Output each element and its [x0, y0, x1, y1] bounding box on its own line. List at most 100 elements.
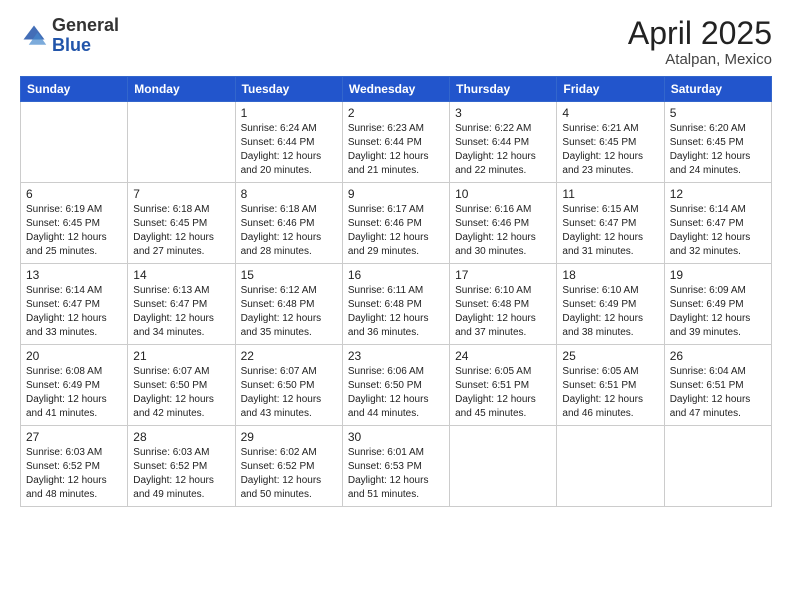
sunrise-text: Sunrise: 6:19 AM: [26, 203, 122, 217]
calendar-cell: 30 Sunrise: 6:01 AMSunset: 6:53 PMDayligh…: [342, 426, 449, 507]
sunset-text: Sunset: 6:48 PM: [348, 298, 444, 312]
calendar-week-row: 6Sunrise: 6:19 AMSunset: 6:45 PMDaylight…: [21, 183, 772, 264]
sunset-text: Sunset: 6:52 PM: [133, 460, 229, 474]
day-number: 22: [241, 349, 337, 363]
calendar-cell: 3Sunrise: 6:22 AMSunset: 6:44 PMDaylight…: [450, 102, 557, 183]
sunset-text: Sunset: 6:50 PM: [133, 379, 229, 393]
sunset-text: Sunset: 6:51 PM: [670, 379, 766, 393]
sunrise-text: Sunrise: 6:12 AM: [241, 284, 337, 298]
day-number: 30: [348, 430, 444, 444]
sunset-text: Sunset: 6:46 PM: [241, 217, 337, 231]
sunrise-text: Sunrise: 6:24 AM: [241, 122, 337, 136]
sunrise-text: Sunrise: 6:13 AM: [133, 284, 229, 298]
title-block: April 2025 Atalpan, Mexico: [628, 16, 772, 68]
sunset-text: Sunset: 6:45 PM: [26, 217, 122, 231]
daylight-text: Daylight: 12 hours and 41 minutes.: [26, 393, 122, 421]
calendar-cell: 25 Sunrise: 6:05 AMSunset: 6:51 PMDayligh…: [557, 345, 664, 426]
calendar-cell: 19 Sunrise: 6:09 AMSunset: 6:49 PMDayligh…: [664, 264, 771, 345]
sunrise-text: Sunrise: 6:09 AM: [670, 284, 766, 298]
daylight-text: Daylight: 12 hours and 35 minutes.: [241, 312, 337, 340]
daylight-text: Daylight: 12 hours and 33 minutes.: [26, 312, 122, 340]
calendar-weekday: Friday: [557, 77, 664, 102]
day-number: 28: [133, 430, 229, 444]
sunrise-text: Sunrise: 6:01 AM: [348, 446, 444, 460]
daylight-text: Daylight: 12 hours and 43 minutes.: [241, 393, 337, 421]
calendar-cell: 27 Sunrise: 6:03 AMSunset: 6:52 PMDayligh…: [21, 426, 128, 507]
sunrise-text: Sunrise: 6:06 AM: [348, 365, 444, 379]
sunset-text: Sunset: 6:53 PM: [348, 460, 444, 474]
daylight-text: Daylight: 12 hours and 22 minutes.: [455, 150, 551, 178]
daylight-text: Daylight: 12 hours and 23 minutes.: [562, 150, 658, 178]
day-number: 14: [133, 268, 229, 282]
calendar-weekday: Sunday: [21, 77, 128, 102]
day-info: Sunrise: 6:05 AMSunset: 6:51 PMDaylight:…: [562, 365, 658, 421]
calendar-week-row: 20Sunrise: 6:08 AMSunset: 6:49 PMDayligh…: [21, 345, 772, 426]
daylight-text: Daylight: 12 hours and 50 minutes.: [241, 474, 337, 502]
calendar-cell: 6Sunrise: 6:19 AMSunset: 6:45 PMDaylight…: [21, 183, 128, 264]
day-number: 18: [562, 268, 658, 282]
day-number: 26: [670, 349, 766, 363]
calendar-cell: 9Sunrise: 6:17 AMSunset: 6:46 PMDaylight…: [342, 183, 449, 264]
daylight-text: Daylight: 12 hours and 39 minutes.: [670, 312, 766, 340]
day-info: Sunrise: 6:11 AMSunset: 6:48 PMDaylight:…: [348, 284, 444, 340]
day-info: Sunrise: 6:15 AMSunset: 6:47 PMDaylight:…: [562, 203, 658, 259]
daylight-text: Daylight: 12 hours and 38 minutes.: [562, 312, 658, 340]
day-info: Sunrise: 6:07 AMSunset: 6:50 PMDaylight:…: [133, 365, 229, 421]
day-number: 19: [670, 268, 766, 282]
daylight-text: Daylight: 12 hours and 44 minutes.: [348, 393, 444, 421]
day-info: Sunrise: 6:03 AMSunset: 6:52 PMDaylight:…: [26, 446, 122, 502]
sunrise-text: Sunrise: 6:22 AM: [455, 122, 551, 136]
calendar-cell: 17Sunrise: 6:10 AMSunset: 6:48 PMDayligh…: [450, 264, 557, 345]
header: General Blue April 2025 Atalpan, Mexico: [20, 16, 772, 68]
sunrise-text: Sunrise: 6:15 AM: [562, 203, 658, 217]
sunrise-text: Sunrise: 6:14 AM: [670, 203, 766, 217]
sunrise-text: Sunrise: 6:05 AM: [455, 365, 551, 379]
day-number: 1: [241, 106, 337, 120]
sunset-text: Sunset: 6:44 PM: [455, 136, 551, 150]
calendar-cell: 2Sunrise: 6:23 AMSunset: 6:44 PMDaylight…: [342, 102, 449, 183]
day-info: Sunrise: 6:04 AMSunset: 6:51 PMDaylight:…: [670, 365, 766, 421]
calendar-cell: [21, 102, 128, 183]
calendar-cell: 15 Sunrise: 6:12 AMSunset: 6:48 PMDayligh…: [235, 264, 342, 345]
calendar-weekday: Wednesday: [342, 77, 449, 102]
calendar-cell: 20Sunrise: 6:08 AMSunset: 6:49 PMDayligh…: [21, 345, 128, 426]
day-number: 15: [241, 268, 337, 282]
sunrise-text: Sunrise: 6:23 AM: [348, 122, 444, 136]
calendar-cell: 7Sunrise: 6:18 AMSunset: 6:45 PMDaylight…: [128, 183, 235, 264]
sunrise-text: Sunrise: 6:11 AM: [348, 284, 444, 298]
calendar-weekday: Thursday: [450, 77, 557, 102]
day-info: Sunrise: 6:16 AMSunset: 6:46 PMDaylight:…: [455, 203, 551, 259]
daylight-text: Daylight: 12 hours and 42 minutes.: [133, 393, 229, 421]
day-info: Sunrise: 6:23 AMSunset: 6:44 PMDaylight:…: [348, 122, 444, 178]
day-number: 13: [26, 268, 122, 282]
daylight-text: Daylight: 12 hours and 48 minutes.: [26, 474, 122, 502]
daylight-text: Daylight: 12 hours and 30 minutes.: [455, 231, 551, 259]
day-info: Sunrise: 6:20 AMSunset: 6:45 PMDaylight:…: [670, 122, 766, 178]
day-number: 9: [348, 187, 444, 201]
calendar-cell: 24Sunrise: 6:05 AMSunset: 6:51 PMDayligh…: [450, 345, 557, 426]
daylight-text: Daylight: 12 hours and 29 minutes.: [348, 231, 444, 259]
day-number: 27: [26, 430, 122, 444]
daylight-text: Daylight: 12 hours and 36 minutes.: [348, 312, 444, 340]
calendar-cell: [557, 426, 664, 507]
sunset-text: Sunset: 6:49 PM: [670, 298, 766, 312]
sunset-text: Sunset: 6:50 PM: [348, 379, 444, 393]
daylight-text: Daylight: 12 hours and 25 minutes.: [26, 231, 122, 259]
day-number: 4: [562, 106, 658, 120]
day-info: Sunrise: 6:19 AMSunset: 6:45 PMDaylight:…: [26, 203, 122, 259]
daylight-text: Daylight: 12 hours and 24 minutes.: [670, 150, 766, 178]
daylight-text: Daylight: 12 hours and 21 minutes.: [348, 150, 444, 178]
daylight-text: Daylight: 12 hours and 31 minutes.: [562, 231, 658, 259]
sunrise-text: Sunrise: 6:07 AM: [133, 365, 229, 379]
day-number: 5: [670, 106, 766, 120]
day-number: 8: [241, 187, 337, 201]
sunset-text: Sunset: 6:52 PM: [241, 460, 337, 474]
sunset-text: Sunset: 6:51 PM: [562, 379, 658, 393]
calendar-weekday: Tuesday: [235, 77, 342, 102]
day-info: Sunrise: 6:01 AMSunset: 6:53 PMDaylight:…: [348, 446, 444, 502]
day-number: 16: [348, 268, 444, 282]
day-number: 25: [562, 349, 658, 363]
sunset-text: Sunset: 6:47 PM: [26, 298, 122, 312]
daylight-text: Daylight: 12 hours and 27 minutes.: [133, 231, 229, 259]
sunset-text: Sunset: 6:48 PM: [241, 298, 337, 312]
